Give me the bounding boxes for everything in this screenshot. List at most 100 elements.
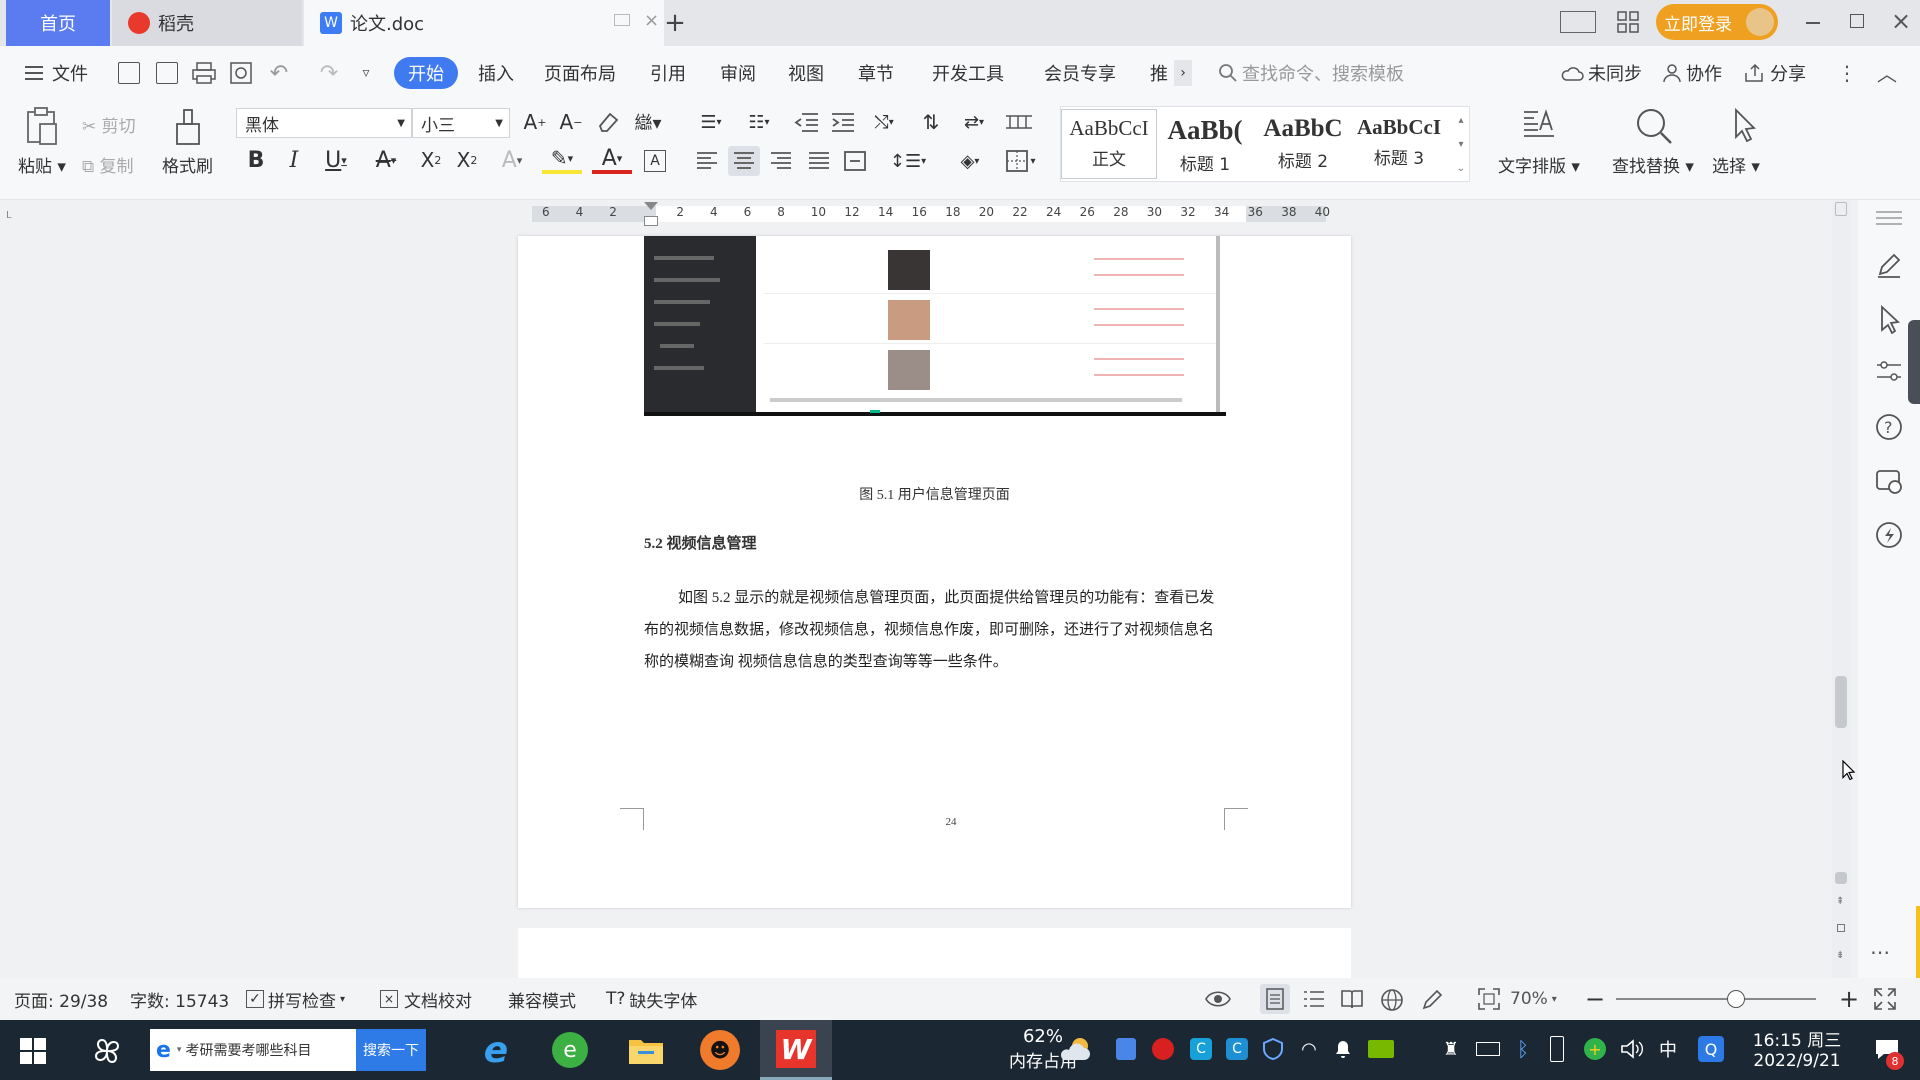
volume-icon[interactable]	[1620, 1038, 1644, 1060]
style-item-0[interactable]: AaBbCcI 正文	[1061, 109, 1157, 179]
restore-icon[interactable]	[1850, 14, 1864, 28]
weather-cloud-icon[interactable]	[1058, 1036, 1092, 1062]
align-right-icon[interactable]	[768, 148, 794, 174]
taskbar-search-button[interactable]: 搜索一下	[356, 1029, 426, 1071]
find-replace-button[interactable]: 查找替换 ▾	[1612, 152, 1694, 177]
decrease-indent-icon[interactable]	[794, 110, 820, 134]
select-cursor-icon[interactable]	[1724, 106, 1764, 146]
tray-qq-icon[interactable]: ♜	[1440, 1036, 1462, 1062]
gallery-down-icon[interactable]: ▾	[1453, 133, 1469, 155]
tray-red-app-icon[interactable]	[1152, 1038, 1174, 1060]
file-explorer-icon[interactable]	[628, 1034, 664, 1066]
zoom-slider-thumb[interactable]	[1727, 990, 1745, 1008]
menu-tab-6[interactable]: 章节	[858, 46, 894, 100]
panel-edge-tab[interactable]	[1908, 320, 1920, 404]
menu-tab-1[interactable]: 插入	[478, 46, 514, 100]
text-effect-icon[interactable]: A ▾	[492, 146, 532, 174]
hamburger-icon[interactable]	[24, 63, 44, 83]
customize-chevron-icon[interactable]: ▿	[358, 64, 374, 82]
command-search[interactable]: 查找命令、搜索模板	[1218, 46, 1404, 100]
format-painter-button[interactable]: 格式刷	[162, 152, 213, 177]
nvidia-icon[interactable]	[1368, 1040, 1394, 1058]
gallery-expand-icon[interactable]: ⌄	[1453, 157, 1469, 179]
vertical-scrollbar[interactable]: ⇞ ⇟	[1832, 200, 1850, 978]
prev-page-icon[interactable]: ⇞	[1836, 896, 1844, 907]
ime-indicator[interactable]: 中	[1656, 1036, 1680, 1062]
eye-protection-icon[interactable]	[1204, 988, 1232, 1010]
fullscreen-icon[interactable]	[1874, 988, 1896, 1010]
zoom-out-button[interactable]: −	[1584, 985, 1606, 1013]
shrink-font-icon[interactable]: A −	[558, 108, 584, 136]
select-browse-object-icon[interactable]	[1837, 924, 1845, 932]
clear-format-icon[interactable]	[596, 110, 620, 134]
screen-icon[interactable]	[614, 14, 630, 26]
bold-icon[interactable]: B	[244, 146, 268, 174]
usb-drive-icon[interactable]	[1550, 1036, 1564, 1062]
qq-game-icon[interactable]: ☻	[700, 1030, 740, 1070]
strikethrough-icon[interactable]: A ▾	[366, 146, 406, 174]
borders-icon[interactable]: ▾	[1000, 148, 1040, 174]
task-view-icon[interactable]	[90, 1034, 124, 1068]
undo-icon[interactable]: ↶	[268, 61, 290, 86]
scroll-thumb[interactable]	[1835, 676, 1847, 728]
panel-more-icon[interactable]: ⋯	[1870, 940, 1890, 964]
highlight-icon[interactable]: ✎ ▾	[542, 146, 582, 174]
text-direction-icon[interactable]: ⤭ ▾	[866, 110, 902, 134]
print-preview-icon[interactable]	[230, 62, 254, 84]
sort-icon[interactable]: ⇅	[918, 110, 944, 134]
style-item-1[interactable]: AaBb(标题 1	[1157, 109, 1253, 179]
tray-c-app-icon[interactable]: C	[1190, 1038, 1212, 1060]
indent-marker[interactable]	[644, 216, 658, 226]
gallery-up-icon[interactable]: ▴	[1453, 109, 1469, 131]
menu-tab-3[interactable]: 引用	[650, 46, 686, 100]
phonetic-guide-icon[interactable]: 䜌▾	[630, 108, 666, 136]
wps-taskbar-item[interactable]: W	[760, 1020, 832, 1080]
menu-tab-8[interactable]: 会员专享	[1044, 46, 1116, 100]
line-spacing-icon[interactable]: ↕☰ ▾	[888, 148, 928, 174]
taskbar-search-box[interactable]: e ▾ 考研需要考哪些科目	[150, 1029, 356, 1071]
collapse-ribbon-icon[interactable]: ︿	[1876, 62, 1898, 86]
tray-c-app-2-icon[interactable]: C	[1226, 1038, 1248, 1060]
bluetooth-icon[interactable]: ᛒ	[1514, 1036, 1532, 1062]
find-icon[interactable]	[1634, 106, 1674, 146]
green-browser-icon[interactable]: e	[552, 1032, 588, 1068]
tab-home[interactable]: 首页	[6, 0, 110, 46]
scroll-up-icon[interactable]	[1835, 202, 1847, 216]
menu-file[interactable]: 文件	[52, 46, 88, 100]
tray-app-icon[interactable]	[1116, 1038, 1136, 1060]
fit-page-icon[interactable]	[1478, 988, 1500, 1010]
underline-icon[interactable]: U ▾	[316, 146, 356, 174]
redo-icon[interactable]: ↷	[318, 61, 340, 86]
wifi-icon[interactable]: ◠	[1298, 1038, 1320, 1060]
document-page[interactable]: 图 5.1 用户信息管理页面 5.2 视频信息管理 如图 5.2 显示的就是视频…	[518, 236, 1351, 908]
select-button[interactable]: 选择 ▾	[1712, 152, 1760, 177]
close-window-icon[interactable]: ×	[1890, 7, 1912, 35]
justify-icon[interactable]	[806, 148, 832, 174]
save-icon[interactable]	[118, 62, 140, 84]
menu-tab-5[interactable]: 视图	[788, 46, 824, 100]
paste-icon[interactable]	[24, 106, 60, 146]
char-border-icon[interactable]: A	[644, 150, 666, 172]
clock[interactable]: 16:15 周三 2022/9/21	[1742, 1026, 1852, 1071]
page-indicator[interactable]: 页面: 29/38	[14, 978, 108, 1020]
text-layout-button[interactable]: 文字排版 ▾	[1498, 152, 1580, 177]
windows-start-icon[interactable]	[20, 1038, 46, 1064]
compat-mode[interactable]: 兼容模式	[508, 978, 576, 1020]
export-icon[interactable]	[156, 62, 178, 84]
spell-check-button[interactable]: ✓ 拼写检查 ▾	[246, 978, 345, 1020]
collaborate-button[interactable]: 协作	[1662, 46, 1722, 100]
menu-tab-0[interactable]: 开始	[394, 57, 458, 89]
next-page-icon[interactable]: ⇟	[1836, 950, 1844, 961]
apps-grid-icon[interactable]	[1616, 10, 1640, 34]
pointer-icon[interactable]	[1874, 304, 1904, 334]
notification-bell-icon[interactable]	[1332, 1038, 1354, 1060]
align-center-icon[interactable]	[728, 146, 760, 176]
font-color-icon[interactable]: A ▾	[592, 146, 632, 174]
tab-document[interactable]: W 论文.doc ×	[304, 0, 664, 46]
menu-tab-2[interactable]: 页面布局	[544, 46, 616, 100]
missing-font-button[interactable]: T? 缺失字体	[606, 978, 697, 1020]
increase-indent-icon[interactable]	[830, 110, 856, 134]
more-options-icon[interactable]: ⋮	[1837, 61, 1857, 85]
help-icon[interactable]: ?	[1874, 412, 1904, 442]
distribute-icon[interactable]	[842, 148, 868, 174]
